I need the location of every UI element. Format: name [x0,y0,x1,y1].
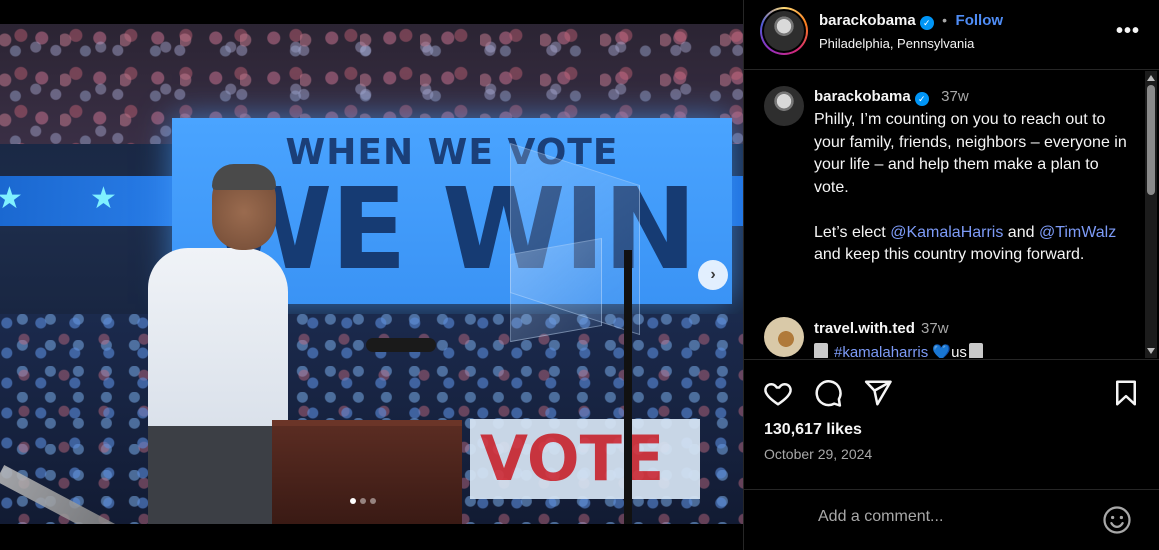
separator-dot: • [942,12,948,28]
mention-link[interactable]: @TimWalz [1039,224,1116,241]
carousel-dot [370,498,376,504]
carousel-dot [350,498,356,504]
scrollbar[interactable] [1145,71,1157,358]
comments-list[interactable]: barackobama ✓ 37w Philly, I’m counting on… [744,71,1159,358]
heart-emoji: 💙 [932,344,952,358]
comment-input[interactable] [818,508,1078,526]
username-link[interactable]: travel.with.ted [814,320,915,337]
location-link[interactable]: Philadelphia, Pennsylvania [819,36,974,51]
timestamp[interactable]: 37w [921,320,949,337]
username-link[interactable]: barackobama [819,12,916,29]
caption-text-part: Let’s elect [814,223,891,241]
star-icon: ★ [90,182,117,215]
follow-button[interactable]: Follow [956,12,1004,29]
teleprompter [510,237,602,343]
carousel-next-button[interactable]: › [698,260,728,290]
scroll-up-arrow-icon[interactable] [1147,75,1155,81]
more-options-icon[interactable]: ••• [1116,20,1140,43]
microphone [366,338,436,352]
comment-text-tail: us [951,344,967,358]
scroll-thumb[interactable] [1147,85,1155,195]
hashtag-link[interactable]: #kamalaharris [834,344,928,358]
star-icon: ★ [0,182,23,215]
avatar[interactable] [764,86,804,126]
post-sidebar: barackobama ✓ • Follow Philadelphia, Penn… [743,0,1159,550]
save-bookmark-icon[interactable] [1111,378,1141,408]
timestamp[interactable]: 37w [941,88,969,105]
comment-text: #kamalaharris 💙us [814,343,989,358]
header-user: barackobama ✓ • Follow [819,12,1003,30]
avatar[interactable] [764,317,804,357]
scroll-down-arrow-icon[interactable] [1147,348,1155,354]
comment-bubble-icon[interactable] [813,378,843,408]
carousel-dot [360,498,366,504]
caption-text: Philly, I’m counting on you to reach out… [814,109,1134,267]
post-actions: 130,617 likes October 29, 2024 [744,359,1159,489]
caption-header: barackobama ✓ 37w [814,88,969,106]
teleprompter-stand [624,250,632,524]
post-date[interactable]: October 29, 2024 [764,446,872,462]
clipboard-icon [968,343,983,358]
comment-header: travel.with.ted 37w [814,320,949,337]
post-header: barackobama ✓ • Follow Philadelphia, Penn… [744,0,1159,70]
verified-badge-icon: ✓ [914,92,929,106]
podium [272,420,462,524]
vote-sign: VOTE [470,419,700,499]
username-link[interactable]: barackobama [814,88,911,105]
caption-text-part: and keep this country moving forward. [814,246,1085,263]
emoji-picker-icon[interactable] [1102,505,1132,535]
share-send-icon[interactable] [863,378,893,408]
like-heart-icon[interactable] [763,378,793,408]
like-count[interactable]: 130,617 likes [764,421,862,439]
verified-badge-icon: ✓ [919,16,934,30]
mention-link[interactable]: @KamalaHarris [890,224,1003,241]
caption-text-part: and [1003,223,1039,241]
caption-paragraph-1: Philly, I’m counting on you to reach out… [814,111,1127,196]
post-photo[interactable]: ★ ★ WHEN WE VOTE WE WIN VOTE [0,24,743,524]
comment-composer [744,489,1159,550]
avatar[interactable] [760,7,808,55]
post-media: ★ ★ WHEN WE VOTE WE WIN VOTE › [0,0,743,550]
clipboard-icon [814,343,828,358]
carousel-dots [350,498,376,504]
